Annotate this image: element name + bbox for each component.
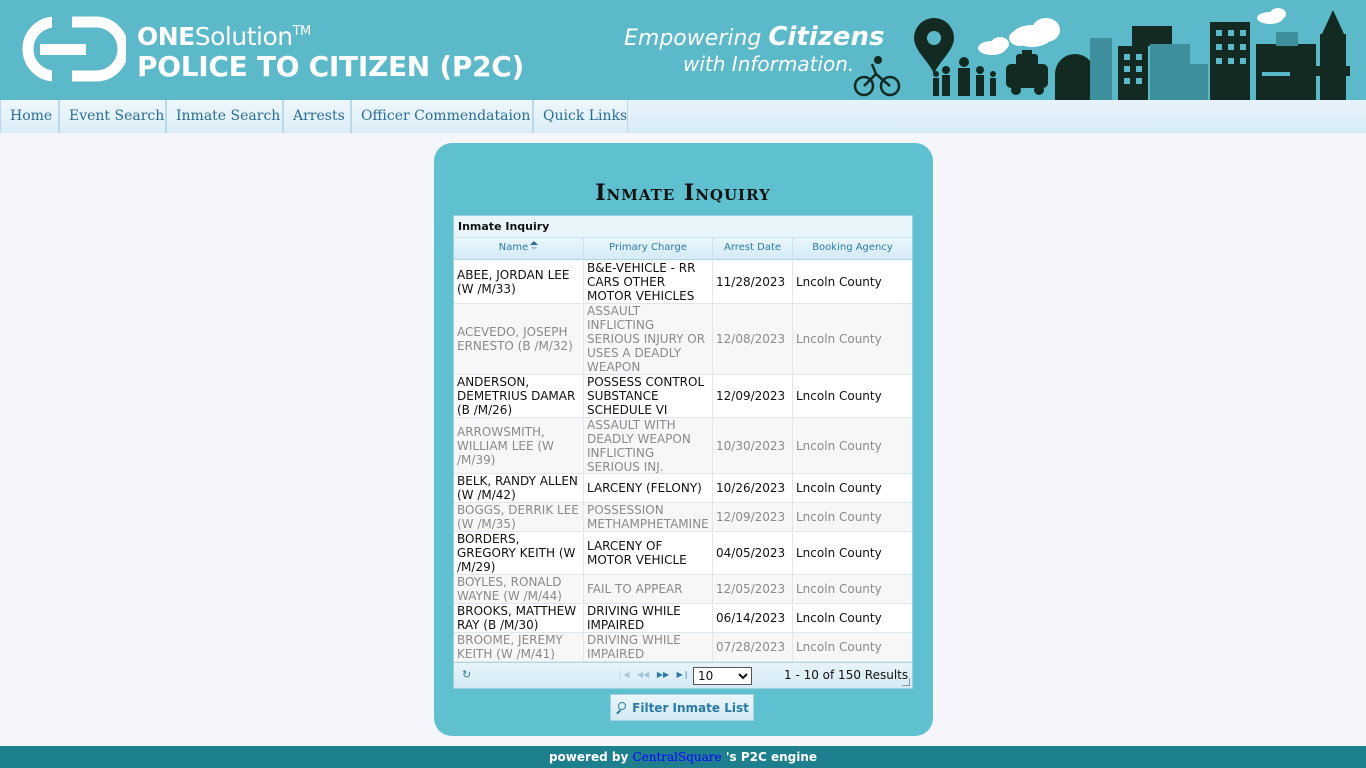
table-row[interactable]: ABEE, JORDAN LEE (W /M/33) B&E-VEHICLE -… bbox=[454, 260, 912, 304]
cell-agency: Lncoln County bbox=[796, 582, 882, 596]
nav-quick-links[interactable]: Quick Links bbox=[533, 100, 628, 133]
cell-charge: B&E-VEHICLE - RR CARS OTHER MOTOR VEHICL… bbox=[584, 260, 713, 303]
page-size-select[interactable]: 10 20 50 bbox=[693, 667, 752, 685]
header-banner: ONESolutionTM POLICE TO CITIZEN (P2C) Em… bbox=[0, 0, 1366, 100]
resize-grip-icon[interactable] bbox=[902, 678, 910, 686]
cell-charge: LARCENY (FELONY) bbox=[584, 474, 713, 502]
next-page-icon[interactable]: ▶▶ bbox=[656, 669, 670, 681]
last-page-icon[interactable]: ▶❘ bbox=[676, 669, 690, 681]
column-header-arrest-date[interactable]: Arrest Date bbox=[713, 238, 793, 260]
table-row[interactable]: BROOME, JEREMY KEITH (W /M/41) DRIVING W… bbox=[454, 633, 912, 662]
column-header-primary-charge[interactable]: Primary Charge bbox=[584, 238, 713, 260]
nav-inmate-search[interactable]: Inmate Search bbox=[166, 100, 283, 133]
grid-pager: ↻ ❘◀ ◀◀ ▶▶ ▶❘ 10 20 50 1 - 10 of 150 Res… bbox=[454, 662, 912, 688]
nav-event-search[interactable]: Event Search bbox=[59, 100, 166, 133]
table-row[interactable]: BELK, RANDY ALLEN (W /M/42) LARCENY (FEL… bbox=[454, 474, 912, 503]
cell-name: ARROWSMITH, WILLIAM LEE (W /M/39) bbox=[454, 418, 584, 473]
cell-charge: DRIVING WHILE IMPAIRED bbox=[584, 604, 713, 632]
cell-arrest-date: 12/09/2023 bbox=[713, 503, 793, 531]
cell-agency: Lncoln County bbox=[796, 274, 882, 289]
cell-agency: Lncoln County bbox=[796, 481, 882, 495]
cell-name: BORDERS, GREGORY KEITH (W /M/29) bbox=[454, 532, 584, 574]
cell-arrest-date: 06/14/2023 bbox=[713, 604, 793, 632]
table-row[interactable]: ARROWSMITH, WILLIAM LEE (W /M/39) ASSAUL… bbox=[454, 418, 912, 474]
table-row[interactable]: BORDERS, GREGORY KEITH (W /M/29) LARCENY… bbox=[454, 532, 912, 575]
cell-name: ACEVEDO, JOSEPH ERNESTO (B /M/32) bbox=[454, 304, 584, 374]
results-info: 1 - 10 of 150 Results bbox=[784, 668, 909, 682]
brand-subtitle: POLICE TO CITIZEN (P2C) bbox=[137, 50, 525, 83]
cell-arrest-date: 04/05/2023 bbox=[713, 532, 793, 574]
cell-charge: POSSESS CONTROL SUBSTANCE SCHEDULE VI bbox=[584, 375, 713, 417]
previous-page-icon[interactable]: ◀◀ bbox=[636, 669, 650, 681]
refresh-icon[interactable]: ↻ bbox=[462, 669, 474, 681]
table-row[interactable]: ANDERSON, DEMETRIUS DAMAR (B /M/26) POSS… bbox=[454, 375, 912, 418]
brand-name: ONESolutionTM bbox=[137, 22, 311, 51]
tagline-line2: with Information. bbox=[683, 52, 855, 76]
cell-charge: POSSESSION METHAMPHETAMINE bbox=[584, 503, 713, 531]
nav-officer-commendation[interactable]: Officer Commendataion bbox=[351, 100, 533, 133]
cell-arrest-date: 12/09/2023 bbox=[713, 375, 793, 417]
table-row[interactable]: BOGGS, DERRIK LEE (W /M/35) POSSESSION M… bbox=[454, 503, 912, 532]
nav-arrests[interactable]: Arrests bbox=[283, 100, 351, 133]
cell-agency: Lncoln County bbox=[796, 640, 882, 654]
table-row[interactable]: ACEVEDO, JOSEPH ERNESTO (B /M/32) ASSAUL… bbox=[454, 304, 912, 375]
cell-charge: LARCENY OF MOTOR VEHICLE bbox=[584, 532, 713, 574]
cell-charge: DRIVING WHILE IMPAIRED bbox=[584, 633, 713, 661]
cell-name: BOGGS, DERRIK LEE (W /M/35) bbox=[454, 503, 584, 531]
cell-agency: Lncoln County bbox=[796, 438, 882, 453]
cell-agency: Lncoln County bbox=[796, 611, 882, 625]
table-row[interactable]: BROOKS, MATTHEW RAY (B /M/30) DRIVING WH… bbox=[454, 604, 912, 633]
grid-caption: Inmate Inquiry bbox=[454, 216, 912, 237]
page-title: Inmate Inquiry bbox=[595, 180, 771, 206]
centralsquare-link[interactable]: CentralSquare bbox=[632, 750, 721, 764]
cell-name: BOYLES, RONALD WAYNE (W /M/44) bbox=[454, 575, 584, 603]
table-row[interactable]: BOYLES, RONALD WAYNE (W /M/44) FAIL TO A… bbox=[454, 575, 912, 604]
city-skyline-illustration bbox=[853, 8, 1350, 100]
cell-name: BROOKS, MATTHEW RAY (B /M/30) bbox=[454, 604, 584, 632]
cell-agency: Lncoln County bbox=[796, 389, 882, 403]
nav-home[interactable]: Home bbox=[0, 100, 59, 133]
cell-arrest-date: 07/28/2023 bbox=[713, 633, 793, 661]
column-header-name[interactable]: Name bbox=[454, 238, 584, 260]
inmate-grid: Inmate Inquiry Name Primary Charge Arres… bbox=[453, 215, 913, 689]
cell-arrest-date: 11/28/2023 bbox=[713, 260, 793, 303]
cell-agency: Lncoln County bbox=[796, 332, 882, 346]
column-header-booking-agency[interactable]: Booking Agency bbox=[793, 238, 912, 260]
cell-charge: ASSAULT WITH DEADLY WEAPON INFLICTING SE… bbox=[584, 418, 713, 473]
cell-name: ANDERSON, DEMETRIUS DAMAR (B /M/26) bbox=[454, 375, 584, 417]
grid-header: Name Primary Charge Arrest Date Booking … bbox=[454, 237, 912, 260]
cell-agency: Lncoln County bbox=[796, 546, 882, 560]
search-icon bbox=[615, 702, 627, 713]
footer: powered by CentralSquare 's P2C engine bbox=[0, 746, 1366, 768]
cell-arrest-date: 10/30/2023 bbox=[713, 418, 793, 473]
cell-name: BROOME, JEREMY KEITH (W /M/41) bbox=[454, 633, 584, 661]
cell-arrest-date: 12/05/2023 bbox=[713, 575, 793, 603]
cell-name: ABEE, JORDAN LEE (W /M/33) bbox=[454, 260, 584, 303]
filter-inmate-list-button[interactable]: Filter Inmate List bbox=[610, 694, 754, 721]
cell-agency: Lncoln County bbox=[796, 510, 882, 524]
main-nav: Home Event Search Inmate Search Arrests … bbox=[0, 100, 1366, 133]
cell-charge: ASSAULT INFLICTING SERIOUS INJURY OR USE… bbox=[584, 304, 713, 374]
first-page-icon[interactable]: ❘◀ bbox=[616, 669, 630, 681]
cell-charge: FAIL TO APPEAR bbox=[584, 575, 713, 603]
cell-name: BELK, RANDY ALLEN (W /M/42) bbox=[454, 474, 584, 502]
onesolution-logo-icon bbox=[22, 16, 126, 82]
sort-ascending-icon bbox=[530, 241, 539, 251]
cell-arrest-date: 10/26/2023 bbox=[713, 474, 793, 502]
tagline: Empowering Citizens bbox=[624, 22, 885, 52]
cell-arrest-date: 12/08/2023 bbox=[713, 304, 793, 374]
